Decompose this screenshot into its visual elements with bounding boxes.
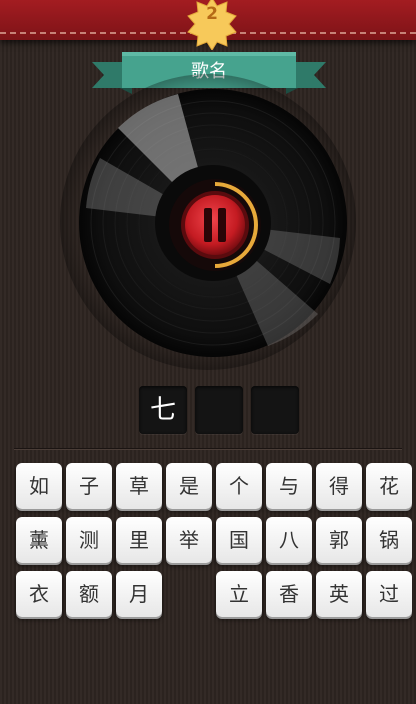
char-key[interactable]: 衣 [16,571,62,617]
char-key[interactable]: 立 [216,571,262,617]
level-number: 2 [206,4,218,24]
char-key[interactable]: 个 [216,463,262,509]
char-key[interactable]: 是 [166,463,212,509]
pause-button[interactable] [168,178,262,272]
char-key[interactable]: 锅 [366,517,412,563]
char-key[interactable]: 花 [366,463,412,509]
char-key[interactable]: 与 [266,463,312,509]
answer-slot-2[interactable] [195,386,243,434]
divider [14,448,402,450]
pause-icon [169,179,261,271]
char-key[interactable]: 薰 [16,517,62,563]
char-key[interactable]: 里 [116,517,162,563]
char-key[interactable]: 额 [66,571,112,617]
char-key[interactable]: 八 [266,517,312,563]
char-key[interactable]: 香 [266,571,312,617]
char-key[interactable]: 国 [216,517,262,563]
char-key[interactable]: 测 [66,517,112,563]
char-key[interactable]: 得 [316,463,362,509]
char-key[interactable]: 过 [366,571,412,617]
level-badge: 2 [186,0,238,50]
answer-slot-1[interactable]: 七 [139,386,187,434]
char-key[interactable]: 如 [16,463,62,509]
char-key[interactable]: 举 [166,517,212,563]
char-key[interactable]: 草 [116,463,162,509]
char-key[interactable]: 郭 [316,517,362,563]
answer-slot-3[interactable] [251,386,299,434]
char-key[interactable]: 月 [116,571,162,617]
char-key[interactable]: 子 [66,463,112,509]
char-key[interactable]: 英 [316,571,362,617]
